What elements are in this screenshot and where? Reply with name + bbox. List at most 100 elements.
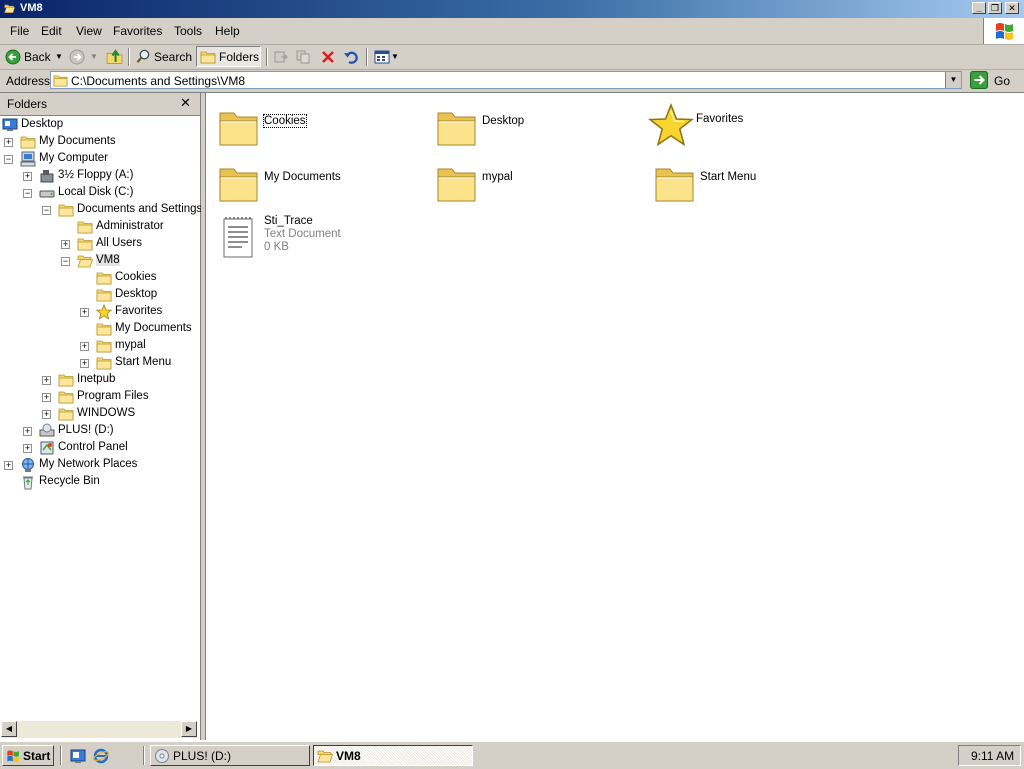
- expand-icon[interactable]: +: [42, 410, 51, 419]
- tree-item[interactable]: Desktop: [2, 117, 162, 133]
- folder-icon: [96, 287, 112, 303]
- collapse-icon[interactable]: −: [23, 189, 32, 198]
- expand-icon[interactable]: +: [80, 342, 89, 351]
- tree-item-label: WINDOWS: [77, 407, 136, 419]
- task-vm8[interactable]: VM8: [313, 745, 473, 766]
- task-label: VM8: [336, 749, 361, 763]
- internet-explorer-icon[interactable]: [93, 748, 109, 764]
- menu-edit[interactable]: Edit: [41, 24, 62, 38]
- tree-item-label: Recycle Bin: [39, 475, 100, 487]
- folders-pane-close-icon[interactable]: ✕: [180, 95, 191, 111]
- folder-item[interactable]: My Documents: [216, 161, 416, 211]
- collapse-icon[interactable]: −: [61, 257, 70, 266]
- item-name: Sti_Trace: [264, 215, 313, 227]
- clock[interactable]: 9:11 AM: [971, 749, 1014, 763]
- minimize-button[interactable]: _: [972, 2, 986, 14]
- file-item[interactable]: Sti_Trace Text Document 0 KB: [216, 215, 416, 265]
- collapse-icon[interactable]: −: [4, 155, 13, 164]
- item-name: My Documents: [264, 171, 341, 183]
- views-dropdown-icon: ▼: [391, 52, 399, 61]
- restore-button[interactable]: ❐: [988, 2, 1002, 14]
- expand-icon[interactable]: +: [23, 444, 32, 453]
- views-icon: [374, 50, 390, 64]
- folder-item[interactable]: mypal: [434, 161, 634, 211]
- tree-item-label: Documents and Settings: [77, 203, 203, 215]
- folder-item[interactable]: Favorites: [648, 103, 848, 153]
- folder-item[interactable]: Desktop: [434, 105, 634, 155]
- collapse-icon[interactable]: −: [42, 206, 51, 215]
- go-label: Go: [994, 74, 1011, 88]
- menu-view[interactable]: View: [76, 24, 102, 38]
- task-plus-drive[interactable]: PLUS! (D:): [150, 745, 310, 766]
- forward-button[interactable]: ▼: [67, 47, 101, 67]
- folder-icon: [200, 49, 216, 65]
- folder-open-icon: [77, 253, 93, 269]
- tree-item[interactable]: 3½ Floppy (A:): [39, 168, 199, 184]
- item-name: Desktop: [482, 115, 525, 127]
- address-value: C:\Documents and Settings\VM8: [71, 74, 246, 88]
- folder-item[interactable]: Cookies: [216, 105, 416, 155]
- folder-item[interactable]: Start Menu: [652, 161, 852, 211]
- undo-icon[interactable]: [343, 49, 359, 65]
- text-document-icon: [216, 215, 262, 261]
- expand-icon[interactable]: +: [80, 308, 89, 317]
- back-label: Back: [24, 50, 51, 64]
- tree-item[interactable]: My Network Places: [20, 457, 180, 473]
- expand-icon[interactable]: +: [61, 240, 70, 249]
- horizontal-scrollbar[interactable]: ◀ ▶: [1, 721, 197, 738]
- tree-item[interactable]: Recycle Bin: [20, 474, 180, 490]
- start-button[interactable]: Start: [2, 745, 54, 766]
- delete-icon[interactable]: [320, 49, 336, 65]
- tree-item[interactable]: Control Panel: [39, 440, 199, 456]
- copy-to-icon[interactable]: [296, 49, 312, 65]
- folder-icon: [58, 389, 74, 405]
- folder-icon: [77, 236, 93, 252]
- folder-icon: [3, 3, 16, 14]
- menu-tools[interactable]: Tools: [174, 24, 202, 38]
- back-dropdown-icon[interactable]: ▼: [55, 52, 63, 61]
- expand-icon[interactable]: +: [80, 359, 89, 368]
- show-desktop-icon[interactable]: [70, 748, 86, 764]
- tree-item-label: Desktop: [115, 288, 158, 300]
- tree-item[interactable]: PLUS! (D:): [39, 423, 199, 439]
- windows-flag-icon: [7, 750, 19, 763]
- scroll-right-button[interactable]: ▶: [181, 721, 197, 737]
- tree-item-label: All Users: [96, 237, 143, 249]
- tree-item[interactable]: WINDOWS: [58, 406, 218, 422]
- scroll-left-button[interactable]: ◀: [1, 721, 17, 737]
- folder-icon: [58, 202, 74, 218]
- tree-item[interactable]: Local Disk (C:): [39, 185, 199, 201]
- tree-item[interactable]: My Documents: [20, 134, 180, 150]
- expand-icon[interactable]: +: [4, 138, 13, 147]
- expand-icon[interactable]: +: [42, 393, 51, 402]
- go-button[interactable]: Go: [968, 71, 1018, 90]
- address-dropdown-button[interactable]: ▼: [945, 72, 961, 88]
- folder-icon: [58, 406, 74, 422]
- menu-favorites[interactable]: Favorites: [113, 24, 162, 38]
- tree-item[interactable]: Program Files: [58, 389, 218, 405]
- tree-item[interactable]: Inetpub: [58, 372, 218, 388]
- move-to-icon[interactable]: [273, 49, 289, 65]
- up-folder-icon[interactable]: [106, 48, 123, 65]
- search-button[interactable]: Search: [133, 47, 193, 67]
- floppy-icon: [40, 170, 54, 183]
- menu-file[interactable]: File: [10, 24, 29, 38]
- address-input[interactable]: C:\Documents and Settings\VM8 ▼: [50, 71, 962, 89]
- forward-dropdown-icon[interactable]: ▼: [90, 52, 98, 61]
- expand-icon[interactable]: +: [23, 172, 32, 181]
- tree-item[interactable]: My Computer: [20, 151, 180, 167]
- task-label: PLUS! (D:): [173, 749, 232, 763]
- item-name: Favorites: [696, 113, 744, 125]
- menu-bar: File Edit View Favorites Tools Help: [0, 18, 1024, 45]
- menu-help[interactable]: Help: [215, 24, 240, 38]
- expand-icon[interactable]: +: [23, 427, 32, 436]
- expand-icon[interactable]: +: [42, 376, 51, 385]
- tree-item-label: Control Panel: [58, 441, 128, 453]
- close-button[interactable]: ✕: [1005, 2, 1019, 14]
- tree-item[interactable]: Documents and Settings: [58, 202, 218, 218]
- expand-icon[interactable]: +: [4, 461, 13, 470]
- views-button[interactable]: ▼: [372, 47, 400, 67]
- back-button[interactable]: Back ▼: [3, 47, 63, 67]
- folders-button[interactable]: Folders: [196, 46, 261, 67]
- item-name: mypal: [482, 171, 513, 183]
